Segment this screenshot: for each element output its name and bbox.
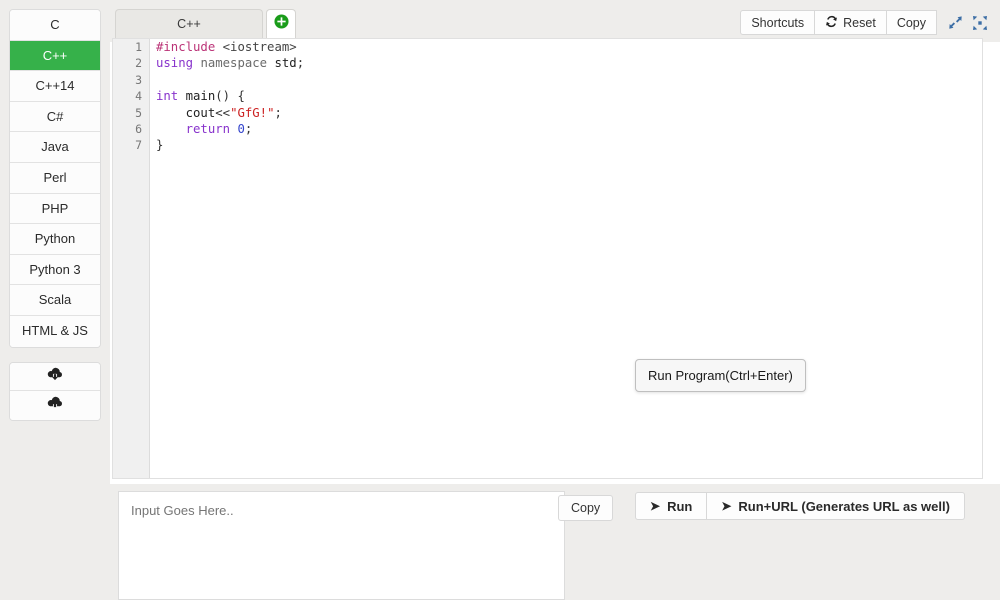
run-button[interactable]: ➤ Run: [635, 492, 707, 520]
language-sidebar: C C++ C++14 C# Java Perl PHP Python Python 3 Scal…: [0, 0, 110, 600]
sidebar-item-html-js[interactable]: HTML & JS: [10, 316, 100, 347]
add-tab-button[interactable]: [266, 9, 296, 38]
chevron-right-icon: ➤: [721, 499, 731, 513]
cloud-download-icon: [47, 367, 63, 386]
line-number: 1: [113, 39, 149, 55]
sidebar-item-c[interactable]: C#: [10, 102, 100, 133]
sidebar-item-label: C++14: [35, 78, 74, 93]
code-token: int: [156, 89, 178, 103]
sidebar-item-label: PHP: [42, 201, 69, 216]
sidebar-item-php[interactable]: PHP: [10, 194, 100, 225]
code-token: cout: [186, 106, 216, 120]
copy-input-label: Copy: [571, 501, 600, 515]
reset-button[interactable]: Reset: [815, 10, 887, 35]
line-number: 3: [113, 72, 149, 88]
code-token: <<: [215, 106, 230, 120]
copy-input-button[interactable]: Copy: [558, 495, 613, 521]
sidebar-item-scala[interactable]: Scala: [10, 285, 100, 316]
copy-code-button[interactable]: Copy: [887, 10, 937, 35]
plus-circle-icon: [274, 14, 289, 34]
code-content[interactable]: #include <iostream>using namespace std;i…: [151, 39, 982, 478]
sidebar-item-python[interactable]: Python: [10, 224, 100, 255]
panel-size-controls: [948, 15, 988, 31]
sidebar-item-java[interactable]: Java: [10, 132, 100, 163]
tab-cpp[interactable]: C++: [115, 9, 263, 38]
fullscreen-icon[interactable]: [972, 15, 988, 31]
run-button-group: ➤ Run ➤ Run+URL (Generates URL as well): [635, 492, 965, 520]
line-number-gutter: 1234567: [113, 39, 150, 478]
sidebar-item-label: Perl: [43, 170, 66, 185]
code-token: ;: [297, 56, 304, 70]
code-token: [156, 122, 186, 136]
online-ide-app: CC++C++14C#JavaPerlPHPPythonPython 3Scal…: [0, 0, 1000, 600]
code-token: ;: [274, 106, 281, 120]
code-token: main: [186, 89, 216, 103]
line-number: 5: [113, 105, 149, 121]
sidebar-item-label: HTML & JS: [22, 323, 88, 338]
code-line: cout<<"GfG!";: [156, 105, 982, 121]
code-line: using namespace std;: [156, 55, 982, 71]
code-token: namespace: [200, 56, 267, 70]
reset-label: Reset: [843, 16, 876, 30]
code-line: #include <iostream>: [156, 39, 982, 55]
code-line: int main() {: [156, 88, 982, 104]
code-token: "GfG!": [230, 106, 274, 120]
shrink-icon[interactable]: [948, 15, 963, 30]
sidebar-item-perl[interactable]: Perl: [10, 163, 100, 194]
run-url-label: Run+URL (Generates URL as well): [738, 499, 950, 514]
code-token: return: [186, 122, 230, 136]
shortcuts-label: Shortcuts: [751, 16, 804, 30]
code-line: return 0;: [156, 121, 982, 137]
sidebar-item-c[interactable]: C++: [10, 41, 100, 72]
cloud-upload-icon: [47, 396, 63, 415]
editor-toolbar: C++ Shortcuts: [110, 0, 1000, 42]
copy-label: Copy: [897, 16, 926, 30]
code-token: [156, 106, 186, 120]
code-token: 0: [237, 122, 244, 136]
run-program-tooltip: Run Program(Ctrl+Enter): [635, 359, 806, 392]
cloud-download-button[interactable]: [10, 363, 100, 392]
run-url-button[interactable]: ➤ Run+URL (Generates URL as well): [707, 492, 965, 520]
cloud-actions-group: [9, 362, 101, 421]
line-number: 6: [113, 121, 149, 137]
cloud-upload-button[interactable]: [10, 391, 100, 420]
sidebar-item-label: Python 3: [29, 262, 80, 277]
sidebar-item-python-3[interactable]: Python 3: [10, 255, 100, 286]
code-token: }: [156, 138, 163, 152]
line-number: 4: [113, 88, 149, 104]
line-number: 2: [113, 55, 149, 71]
run-label: Run: [667, 499, 692, 514]
code-token: #include: [156, 40, 215, 54]
sidebar-item-c-14[interactable]: C++14: [10, 71, 100, 102]
code-token: ;: [245, 122, 252, 136]
chevron-right-icon: ➤: [650, 499, 660, 513]
refresh-icon: [825, 15, 838, 31]
language-list: C C++ C++14 C# Java Perl PHP Python Python 3 Scal…: [9, 9, 101, 348]
code-token: [178, 89, 185, 103]
sidebar-item-c[interactable]: C: [10, 10, 100, 41]
sidebar-item-label: Scala: [39, 292, 72, 307]
sidebar-item-label: Java: [41, 139, 68, 154]
stdin-input[interactable]: [118, 491, 565, 600]
tab-strip: C++: [115, 9, 296, 38]
line-number: 7: [113, 137, 149, 153]
code-line: [156, 72, 982, 88]
code-token: std: [274, 56, 296, 70]
code-token: () {: [215, 89, 245, 103]
code-token: [215, 40, 222, 54]
code-token: <iostream>: [223, 40, 297, 54]
sidebar-item-label: C#: [47, 109, 64, 124]
sidebar-item-label: C: [50, 17, 59, 32]
tooltip-text: Run Program(Ctrl+Enter): [648, 368, 793, 383]
code-editor-panel[interactable]: 1234567 #include <iostream>using namespa…: [112, 38, 983, 479]
shortcuts-button[interactable]: Shortcuts: [740, 10, 815, 35]
sidebar-item-label: C++: [43, 48, 68, 63]
code-token: using: [156, 56, 193, 70]
toolbar-actions: Shortcuts Reset Copy: [740, 10, 988, 35]
input-and-run-bar: Copy ➤ Run ➤ Run+URL (Generates URL as w…: [110, 484, 1000, 600]
tab-label: C++: [177, 17, 201, 31]
sidebar-item-label: Python: [35, 231, 75, 246]
code-line: }: [156, 137, 982, 153]
